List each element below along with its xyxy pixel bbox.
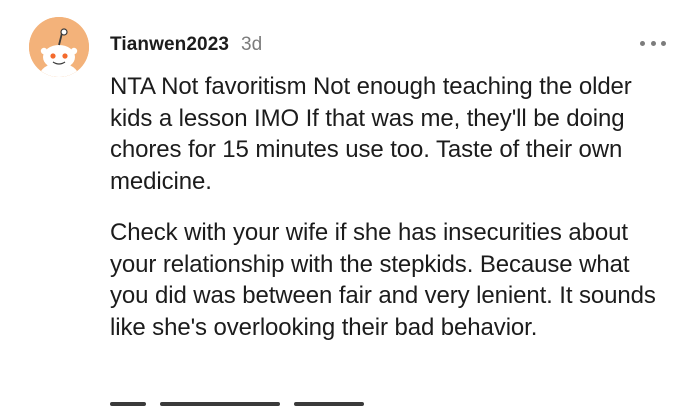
dot xyxy=(661,40,666,46)
cutoff-fragment xyxy=(160,402,280,406)
cutoff-fragment xyxy=(294,402,364,406)
dot xyxy=(650,40,656,46)
username[interactable]: Tianwen2023 xyxy=(110,34,229,56)
comment: Tianwen2023 3d NTA Not favoritism Not en… xyxy=(0,0,700,406)
cutoff-action-row xyxy=(110,396,530,406)
comment-body: NTA Not favoritism Not enough teaching t… xyxy=(110,71,670,363)
dot xyxy=(640,40,645,46)
comment-header: Tianwen2023 3d xyxy=(110,34,262,60)
cutoff-fragment xyxy=(110,402,146,406)
more-options-icon[interactable] xyxy=(640,37,666,49)
comment-paragraph: Check with your wife if she has insecuri… xyxy=(110,219,656,341)
comment-paragraph: NTA Not favoritism Not enough teaching t… xyxy=(110,73,632,195)
snoo-avatar-icon xyxy=(29,17,89,77)
user-avatar[interactable] xyxy=(29,17,89,77)
timestamp: 3d xyxy=(241,34,263,55)
